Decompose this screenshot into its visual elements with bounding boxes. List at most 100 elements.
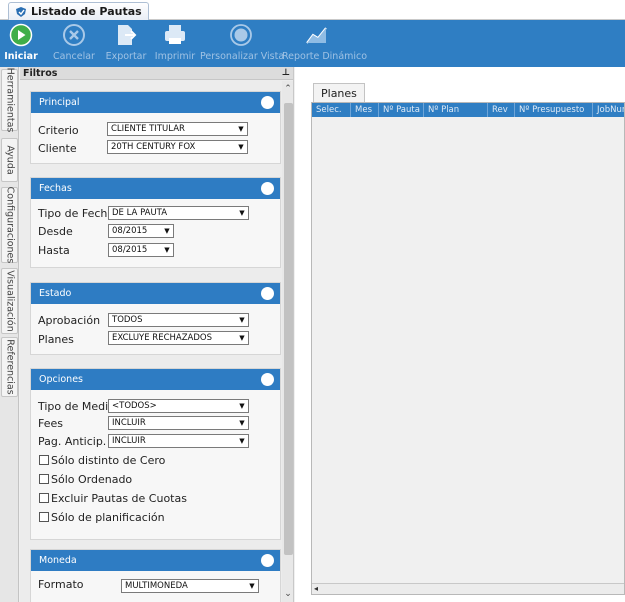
col-nro-pauta[interactable]: Nº Pauta bbox=[379, 103, 424, 117]
tipo-fecha-select[interactable]: DE LA PAUTA ▼ bbox=[108, 206, 249, 220]
reporte-dinamico-label: Reporte Dinámico bbox=[282, 51, 368, 62]
group-principal-header[interactable]: Principal bbox=[31, 92, 280, 113]
hasta-label: Hasta bbox=[38, 244, 70, 257]
dropdown-arrow-icon: ▼ bbox=[239, 402, 245, 410]
iniciar-button[interactable]: Iniciar bbox=[4, 20, 38, 67]
collapse-toggle-icon[interactable] bbox=[261, 182, 274, 195]
collapse-toggle-icon[interactable] bbox=[261, 96, 274, 109]
desde-label: Desde bbox=[38, 225, 73, 238]
dropdown-arrow-icon: ▼ bbox=[164, 227, 170, 235]
side-tab-herramientas[interactable]: Herramientas bbox=[1, 68, 18, 132]
fees-select[interactable]: INCLUIR ▼ bbox=[108, 416, 249, 430]
col-selec[interactable]: Selec. bbox=[312, 103, 351, 117]
side-tab-ayuda[interactable]: Ayuda bbox=[1, 138, 18, 182]
checkbox[interactable] bbox=[39, 512, 49, 522]
imprimir-label: Imprimir bbox=[154, 51, 196, 62]
filters-scrollbar[interactable]: ⌃ ⌄ bbox=[282, 81, 293, 602]
side-tab-visualizacion[interactable]: Visualización bbox=[1, 268, 18, 334]
dropdown-arrow-icon: ▼ bbox=[239, 316, 245, 324]
shield-icon bbox=[16, 7, 26, 17]
col-mes[interactable]: Mes bbox=[351, 103, 379, 117]
planes-label: Planes bbox=[38, 333, 74, 346]
results-area: Planes Selec. Mes Nº Pauta Nº Plan Rev N… bbox=[295, 67, 625, 602]
side-tab-configuraciones[interactable]: Configuraciones bbox=[1, 187, 18, 263]
check-solo-ordenado[interactable]: Sólo Ordenado bbox=[39, 473, 132, 486]
tipo-medio-value: <TODOS> bbox=[112, 401, 157, 411]
hasta-value: 08/2015 bbox=[112, 245, 148, 255]
scroll-left-icon[interactable]: ◂ bbox=[314, 584, 318, 594]
group-title: Moneda bbox=[39, 555, 77, 566]
group-estado: Estado Aprobación TODOS ▼ Planes EXCLUYE … bbox=[30, 282, 281, 355]
dropdown-arrow-icon: ▼ bbox=[249, 582, 255, 590]
scrollbar-thumb[interactable] bbox=[284, 103, 293, 555]
document-tabstrip: Listado de Pautas bbox=[0, 0, 625, 20]
group-moneda-header[interactable]: Moneda bbox=[31, 550, 280, 571]
tipo-fecha-label: Tipo de Fecha bbox=[38, 207, 115, 220]
col-nro-plan[interactable]: Nº Plan bbox=[424, 103, 488, 117]
aprobacion-value: TODOS bbox=[112, 315, 143, 325]
toolbar: Iniciar Cancelar Exportar Imprimir Perso… bbox=[0, 20, 625, 67]
exportar-button[interactable]: Exportar bbox=[102, 20, 150, 67]
formato-value: MULTIMONEDA bbox=[125, 581, 188, 591]
collapse-toggle-icon[interactable] bbox=[261, 373, 274, 386]
tipo-medio-select[interactable]: <TODOS> ▼ bbox=[108, 399, 249, 413]
pag-anticip-select[interactable]: INCLUIR ▼ bbox=[108, 434, 249, 448]
side-tab-label: Ayuda bbox=[4, 145, 15, 175]
check-label: Sólo de planificación bbox=[51, 511, 165, 524]
app-window: Listado de Pautas Iniciar Cancelar Expor… bbox=[0, 0, 625, 602]
document-tab[interactable]: Listado de Pautas bbox=[8, 2, 149, 20]
dropdown-arrow-icon: ▼ bbox=[238, 143, 244, 151]
aprobacion-select[interactable]: TODOS ▼ bbox=[108, 313, 249, 327]
tipo-medio-label: Tipo de Medio bbox=[38, 400, 115, 413]
side-tab-referencias[interactable]: Referencias bbox=[1, 337, 18, 397]
tab-planes[interactable]: Planes bbox=[313, 83, 365, 102]
checkbox[interactable] bbox=[39, 455, 49, 465]
col-jobnum[interactable]: JobNum bbox=[593, 103, 624, 117]
desde-value: 08/2015 bbox=[112, 226, 148, 236]
filters-title: Filtros bbox=[23, 68, 58, 79]
group-estado-header[interactable]: Estado bbox=[31, 283, 280, 304]
tipo-fecha-value: DE LA PAUTA bbox=[112, 208, 168, 218]
personalizar-vista-label: Personalizar Vista bbox=[200, 51, 285, 62]
check-label: Sólo Ordenado bbox=[51, 473, 133, 486]
fees-value: INCLUIR bbox=[112, 418, 146, 428]
check-label: Excluir Pautas de Cuotas bbox=[51, 492, 187, 505]
dropdown-arrow-icon: ▼ bbox=[239, 209, 245, 217]
cliente-select[interactable]: 20TH CENTURY FOX ▼ bbox=[107, 140, 248, 154]
group-title: Fechas bbox=[39, 183, 72, 194]
personalizar-vista-button[interactable]: Personalizar Vista bbox=[200, 20, 285, 67]
grid-horizontal-scrollbar[interactable]: ◂ bbox=[312, 583, 624, 594]
checkbox[interactable] bbox=[39, 493, 49, 503]
formato-select[interactable]: MULTIMONEDA ▼ bbox=[121, 579, 259, 593]
imprimir-button[interactable]: Imprimir bbox=[150, 20, 200, 67]
check-solo-distinto-cero[interactable]: Sólo distinto de Cero bbox=[39, 454, 165, 467]
group-opciones-header[interactable]: Opciones bbox=[31, 369, 280, 390]
col-rev[interactable]: Rev bbox=[488, 103, 515, 117]
cliente-value: 20TH CENTURY FOX bbox=[111, 142, 196, 152]
cancelar-button[interactable]: Cancelar bbox=[50, 20, 98, 67]
planes-select[interactable]: EXCLUYE RECHAZADOS ▼ bbox=[108, 331, 249, 345]
group-fechas-header[interactable]: Fechas bbox=[31, 178, 280, 199]
check-excluir-cuotas[interactable]: Excluir Pautas de Cuotas bbox=[39, 492, 187, 505]
criterio-select[interactable]: CLIENTE TITULAR ▼ bbox=[107, 122, 248, 136]
group-opciones: Opciones Tipo de Medio <TODOS> ▼ Fees INC… bbox=[30, 368, 281, 540]
collapse-toggle-icon[interactable] bbox=[261, 287, 274, 300]
globe-icon bbox=[230, 24, 252, 46]
dropdown-arrow-icon: ▼ bbox=[238, 125, 244, 133]
scroll-down-icon[interactable]: ⌄ bbox=[282, 588, 293, 600]
checkbox[interactable] bbox=[39, 474, 49, 484]
side-tab-label: Configuraciones bbox=[4, 186, 15, 264]
dropdown-arrow-icon: ▼ bbox=[239, 419, 245, 427]
pin-icon[interactable]: ⊥ bbox=[282, 67, 290, 80]
exportar-label: Exportar bbox=[105, 51, 147, 62]
group-moneda: Moneda Formato MULTIMONEDA ▼ bbox=[30, 549, 281, 602]
scroll-up-icon[interactable]: ⌃ bbox=[282, 83, 293, 95]
hasta-select[interactable]: 08/2015 ▼ bbox=[108, 243, 174, 257]
desde-select[interactable]: 08/2015 ▼ bbox=[108, 224, 174, 238]
group-title: Opciones bbox=[39, 374, 83, 385]
collapse-toggle-icon[interactable] bbox=[261, 554, 274, 567]
col-nro-presupuesto[interactable]: Nº Presupuesto bbox=[515, 103, 593, 117]
check-solo-planificacion[interactable]: Sólo de planificación bbox=[39, 511, 165, 524]
iniciar-label: Iniciar bbox=[4, 51, 38, 62]
reporte-dinamico-button[interactable]: Reporte Dinámico bbox=[282, 20, 368, 67]
